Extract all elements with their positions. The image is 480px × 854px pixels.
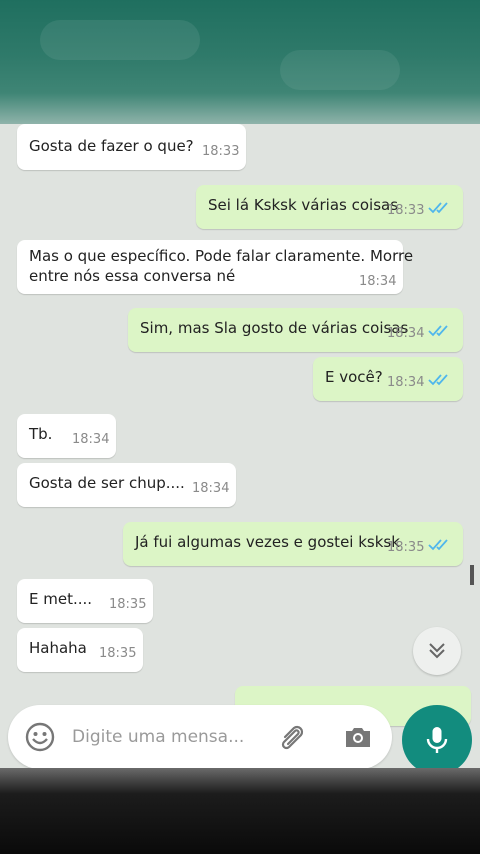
message-text: Hahaha (29, 639, 87, 657)
message-time: 18:35 (387, 540, 425, 555)
chat-header (0, 0, 480, 124)
message-text: Tb. (29, 425, 53, 443)
message-text: Sei lá Ksksk várias coisas (208, 196, 399, 214)
message-bubble-incoming[interactable]: E met.... 18:35 (17, 579, 153, 623)
scroll-to-bottom-button[interactable] (413, 627, 461, 675)
header-blur (280, 50, 400, 90)
message-text-line: Mas o que específico. Pode falar clarame… (29, 247, 414, 265)
double-check-icon (428, 539, 448, 551)
double-check-icon (428, 325, 448, 337)
message-bubble-outgoing[interactable]: Sei lá Ksksk várias coisas 18:33 (196, 185, 463, 229)
voice-message-button[interactable] (402, 705, 472, 775)
message-time: 18:34 (387, 375, 425, 390)
message-bubble-outgoing[interactable]: Sim, mas Sla gosto de várias coisas 18:3… (128, 308, 463, 352)
message-list[interactable]: Gosta de fazer o que? 18:33 Sei lá Ksksk… (0, 124, 480, 768)
message-time: 18:34 (359, 274, 397, 289)
message-bubble-incoming[interactable]: Hahaha 18:35 (17, 628, 143, 672)
message-time: 18:34 (72, 432, 110, 447)
message-time: 18:34 (192, 481, 230, 496)
message-bubble-incoming[interactable]: Gosta de ser chup.... 18:34 (17, 463, 236, 507)
microphone-icon (426, 727, 448, 753)
message-text: Sim, mas Sla gosto de várias coisas (140, 319, 409, 337)
message-bubble-incoming[interactable]: Mas o que específico. Pode falar clarame… (17, 240, 413, 294)
message-text: Gosta de ser chup.... (29, 474, 185, 492)
message-time: 18:35 (99, 646, 137, 661)
emoji-icon[interactable] (24, 721, 56, 753)
double-chevron-down-icon (429, 643, 445, 659)
message-bubble-incoming[interactable]: Gosta de fazer o que? 18:33 (17, 124, 246, 170)
message-text: Gosta de fazer o que? (29, 137, 194, 155)
message-text: E met.... (29, 590, 93, 608)
double-check-icon (428, 202, 448, 214)
message-bubble-outgoing[interactable]: E você? 18:34 (313, 357, 463, 401)
navigation-bar-obscured (0, 768, 480, 854)
message-text: E você? (325, 368, 383, 386)
message-input[interactable]: Digite uma mensa... (72, 727, 244, 747)
message-bubble-outgoing[interactable]: Já fui algumas vezes e gostei ksksk 18:3… (123, 522, 463, 566)
message-text: Já fui algumas vezes e gostei ksksk (135, 533, 400, 551)
message-bubble-incoming[interactable]: Tb. 18:34 (17, 414, 116, 458)
camera-icon[interactable] (342, 721, 374, 753)
scrollbar[interactable] (470, 565, 474, 585)
header-blur (40, 20, 200, 60)
message-time: 18:33 (387, 203, 425, 218)
double-check-icon (428, 374, 448, 386)
message-time: 18:34 (387, 326, 425, 341)
message-text-line: entre nós essa conversa né (29, 267, 236, 285)
message-time: 18:35 (109, 597, 147, 612)
message-time: 18:33 (202, 144, 240, 159)
message-composer: Digite uma mensa... (8, 705, 392, 769)
paperclip-icon[interactable] (276, 721, 308, 753)
